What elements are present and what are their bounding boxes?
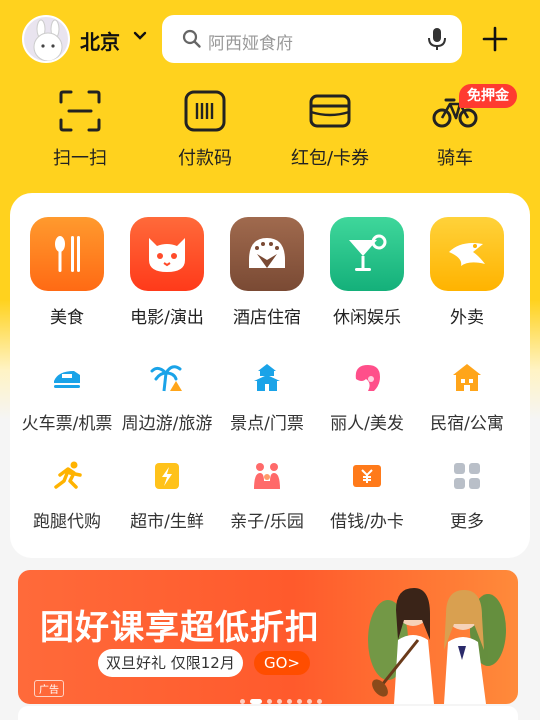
chevron-down-icon[interactable]: [132, 28, 148, 44]
service-family[interactable]: 亲子/乐园: [217, 459, 317, 532]
coupons-button[interactable]: 红包/卡券: [280, 88, 380, 170]
service-label: 超市/生鲜: [130, 512, 204, 532]
carousel-dot[interactable]: [277, 699, 282, 704]
barcode-icon: [184, 90, 226, 132]
banner-title: 团好课享超低折扣: [40, 608, 320, 648]
scan-icon: [59, 90, 101, 132]
service-label: 借钱/办卡: [330, 512, 404, 532]
carousel-dots[interactable]: [240, 689, 327, 704]
leisure-tile: [330, 217, 404, 291]
next-card-edge: [18, 706, 518, 720]
ad-label: 广告: [34, 680, 64, 697]
family-icon: [254, 463, 280, 489]
carousel-dot[interactable]: [250, 699, 262, 704]
scan-button[interactable]: 扫一扫: [30, 88, 130, 170]
wallet-icon: [309, 94, 351, 128]
header: 北京 阿西娅食府: [0, 0, 540, 80]
bike-label: 骑车: [437, 148, 473, 169]
category-movie[interactable]: 电影/演出: [117, 217, 217, 328]
more-icon: [454, 463, 480, 489]
loan-icon: [353, 465, 381, 487]
plus-icon[interactable]: [482, 26, 508, 52]
carousel-dot[interactable]: [297, 699, 302, 704]
hotel-tile: [230, 217, 304, 291]
service-label: 丽人/美发: [330, 414, 404, 434]
movie-tile: [130, 217, 204, 291]
category-label: 电影/演出: [130, 308, 204, 328]
hotel-icon: [249, 238, 285, 268]
service-label: 周边游/旅游: [121, 414, 213, 434]
category-label: 酒店住宿: [233, 308, 301, 328]
carousel-dot[interactable]: [267, 699, 272, 704]
payment-code-button[interactable]: 付款码: [155, 88, 255, 170]
search-icon: [182, 29, 201, 48]
city-selector[interactable]: 北京: [80, 26, 120, 55]
cocktail-icon: [349, 234, 387, 271]
search-placeholder: 阿西娅食府: [208, 34, 293, 54]
food-tile: [30, 217, 104, 291]
category-hotel[interactable]: 酒店住宿: [217, 217, 317, 328]
category-label: 外卖: [450, 308, 484, 328]
category-food[interactable]: 美食: [17, 217, 117, 328]
service-homestay[interactable]: 民宿/公寓: [417, 361, 517, 434]
deposit-free-badge: 免押金: [459, 84, 517, 108]
banner-go-button[interactable]: GO>: [254, 651, 310, 675]
payment-code-label: 付款码: [178, 148, 232, 169]
category-label: 休闲娱乐: [333, 308, 401, 328]
palm-tree-icon: [150, 365, 182, 392]
service-more[interactable]: 更多: [417, 459, 517, 532]
carousel-dot[interactable]: [307, 699, 312, 704]
service-beauty[interactable]: 丽人/美发: [317, 361, 417, 434]
service-train[interactable]: 火车票/机票: [17, 361, 117, 434]
service-label: 火车票/机票: [21, 414, 113, 434]
category-card: 美食 电影/演出 酒店住宿 休闲娱乐 外卖 火车票/机票 周边游/旅游 景点/门…: [10, 193, 530, 558]
carousel-dot[interactable]: [317, 699, 322, 704]
house-icon: [453, 364, 481, 391]
runner-icon: [54, 461, 82, 489]
category-delivery[interactable]: 外卖: [417, 217, 517, 328]
service-label: 跑腿代购: [33, 512, 101, 532]
search-bar[interactable]: 阿西娅食府: [162, 15, 462, 63]
train-icon: [54, 371, 80, 388]
supermarket-icon: [155, 463, 179, 489]
carousel-dot[interactable]: [287, 699, 292, 704]
food-icon: [55, 236, 80, 272]
banner-people-illustration: [368, 588, 506, 704]
delivery-tile: [430, 217, 504, 291]
cat-icon: [149, 238, 185, 272]
service-label: 亲子/乐园: [230, 512, 304, 532]
temple-icon: [254, 364, 280, 391]
hair-icon: [355, 365, 380, 391]
banner-subtitle: 双旦好礼 仅限12月: [98, 649, 243, 677]
service-label: 景点/门票: [230, 414, 304, 434]
service-label: 民宿/公寓: [430, 414, 504, 434]
delivery-icon: [449, 243, 485, 266]
scan-label: 扫一扫: [53, 148, 107, 169]
service-loan[interactable]: 借钱/办卡: [317, 459, 417, 532]
promo-banner[interactable]: 团好课享超低折扣 双旦好礼 仅限12月 GO> 广告: [18, 570, 518, 704]
avatar[interactable]: [22, 15, 70, 63]
service-attractions[interactable]: 景点/门票: [217, 361, 317, 434]
service-errand[interactable]: 跑腿代购: [17, 459, 117, 532]
service-label: 更多: [450, 512, 484, 532]
carousel-dot[interactable]: [240, 699, 245, 704]
category-leisure[interactable]: 休闲娱乐: [317, 217, 417, 328]
service-tour[interactable]: 周边游/旅游: [117, 361, 217, 434]
service-supermarket[interactable]: 超市/生鲜: [117, 459, 217, 532]
coupons-label: 红包/卡券: [290, 148, 370, 169]
category-label: 美食: [50, 308, 84, 328]
bunny-avatar-icon: [33, 19, 63, 61]
microphone-icon[interactable]: [426, 26, 448, 52]
